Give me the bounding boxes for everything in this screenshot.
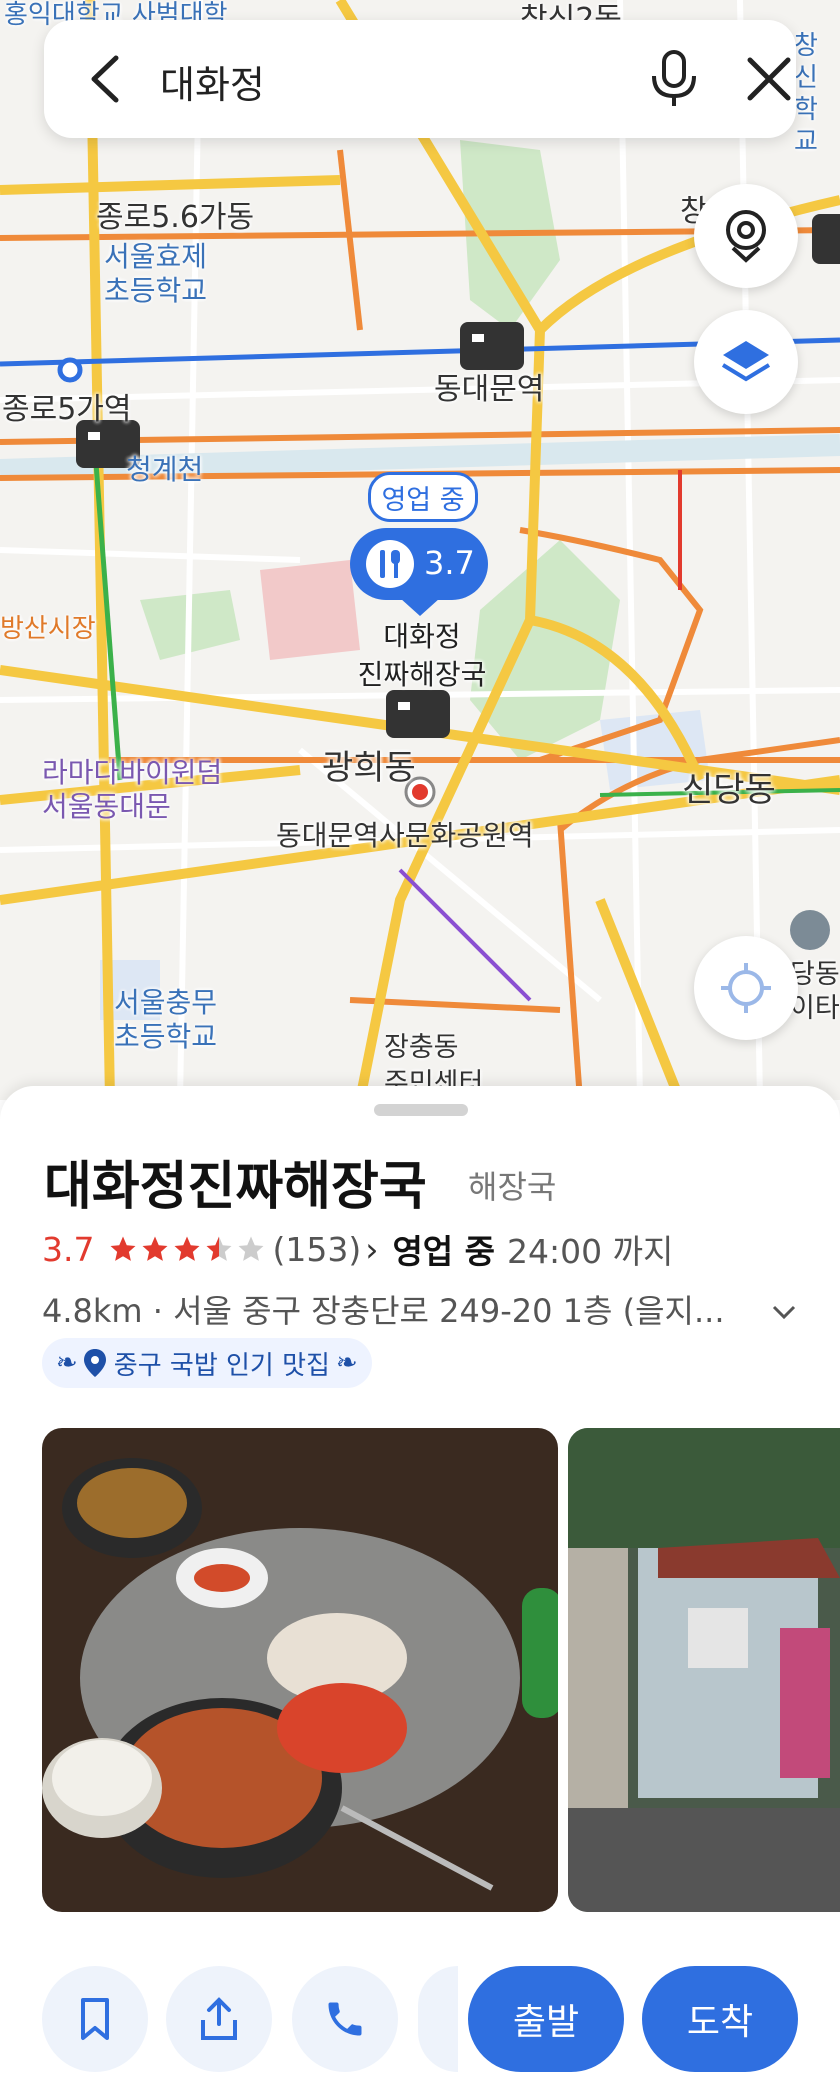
transit-icon-right — [812, 214, 840, 264]
map-label-jongno56: 종로5.6가동 — [96, 200, 255, 235]
badge-label: 중구 국밥 인기 맛집 — [113, 1350, 330, 1381]
search-query[interactable]: 대화정 — [160, 54, 265, 109]
pin-pointer — [400, 598, 440, 616]
back-arrow-icon[interactable] — [82, 52, 132, 106]
place-sheet[interactable]: 대화정진짜해장국 해장국 3.7 (153) › 영업 중 24:00 까지 4… — [0, 1086, 840, 2081]
star-full-icon — [142, 1236, 168, 1261]
map-label-chungmu-school: 서울충무 초등학교 — [114, 986, 218, 1053]
place-title: 대화정진짜해장국 — [44, 1157, 427, 1217]
map-view[interactable]: 홍익대학교 사범대학 창신2동 창신 학교 창 종로5.6가동 서울효제 초등학… — [0, 0, 840, 1100]
my-location-button[interactable] — [694, 936, 798, 1040]
phone-icon — [328, 2002, 362, 2036]
sheet-handle[interactable] — [374, 1104, 468, 1116]
share-button[interactable] — [166, 1966, 272, 2072]
map-label-gwanghui-dong: 광희동 — [322, 748, 416, 788]
place-pin[interactable]: 3.7 — [350, 528, 488, 600]
rating-row[interactable]: 3.7 (153) › 영업 중 24:00 까지 — [42, 1226, 673, 1272]
start-route-button[interactable]: 출발 — [468, 1966, 624, 2072]
close-icon[interactable] — [744, 54, 794, 104]
street-view-button[interactable] — [694, 184, 798, 288]
popular-badge[interactable]: ❧ 중구 국밥 인기 맛집 ❧ — [42, 1338, 372, 1388]
poi-icon-right — [790, 910, 830, 950]
microphone-icon[interactable] — [644, 48, 704, 110]
star-empty-icon — [238, 1236, 264, 1261]
place-photo-food[interactable] — [42, 1428, 558, 1912]
star-full-icon — [110, 1236, 136, 1261]
map-label-cheonggyecheon: 청계천 — [126, 453, 204, 486]
call-button[interactable] — [292, 1966, 398, 2072]
pin-place-name: 대화정 진짜해장국 — [357, 620, 487, 691]
business-status: 영업 중 — [392, 1232, 496, 1271]
street-view-icon — [726, 210, 766, 263]
chevron-down-icon[interactable] — [768, 1296, 800, 1328]
map-label-hyoje-school: 서울효제 초등학교 — [104, 240, 208, 307]
address[interactable]: 4.8km · 서울 중구 장충단로 249-20 1층 (을지... — [42, 1286, 802, 1332]
location-pin-icon — [83, 1349, 106, 1377]
crosshair-icon — [721, 963, 771, 1013]
business-hours: 24:00 까지 — [507, 1232, 674, 1271]
map-label-ddp-station: 동대문역사문화공원역 — [276, 819, 534, 852]
review-count[interactable]: (153) — [272, 1230, 361, 1269]
open-status-tag: 영업 중 — [368, 472, 478, 522]
layers-icon — [721, 341, 771, 382]
bookmark-icon — [81, 1998, 109, 2040]
map-layers-button[interactable] — [694, 310, 798, 414]
star-full-icon — [174, 1236, 200, 1261]
food-photo — [42, 1428, 558, 1912]
star-rating — [108, 1234, 266, 1264]
map-label-ramada: 라마다바이윈덤 서울동대문 — [42, 756, 223, 823]
restaurant-icon — [366, 540, 414, 588]
more-action-button[interactable] — [418, 1966, 458, 2072]
map-label-changsin-school: 창신 학교 — [794, 31, 818, 157]
place-category: 해장국 — [468, 1168, 557, 1206]
pin-rating: 3.7 — [424, 544, 475, 582]
share-icon — [201, 1997, 237, 2040]
laurel-right-icon: ❧ — [335, 1348, 358, 1378]
place-photo-storefront[interactable] — [568, 1428, 840, 1912]
map-label-sindang-dong: 신당동 — [682, 770, 776, 810]
map-label-jongno5ga-station: 종로5가역 — [2, 392, 132, 427]
arrive-route-button[interactable]: 도착 — [642, 1966, 798, 2072]
save-button[interactable] — [42, 1966, 148, 2072]
map-label-dongdaemun-station: 동대문역 — [434, 372, 545, 407]
star-half-icon — [206, 1236, 232, 1261]
storefront-photo — [568, 1428, 840, 1912]
map-label-bangsan-market: 방산시장 — [0, 614, 96, 644]
rating-value: 3.7 — [42, 1229, 95, 1269]
chevron-right-icon: › — [365, 1229, 379, 1269]
laurel-left-icon: ❧ — [56, 1348, 78, 1378]
search-bar[interactable]: 대화정 — [44, 20, 796, 138]
